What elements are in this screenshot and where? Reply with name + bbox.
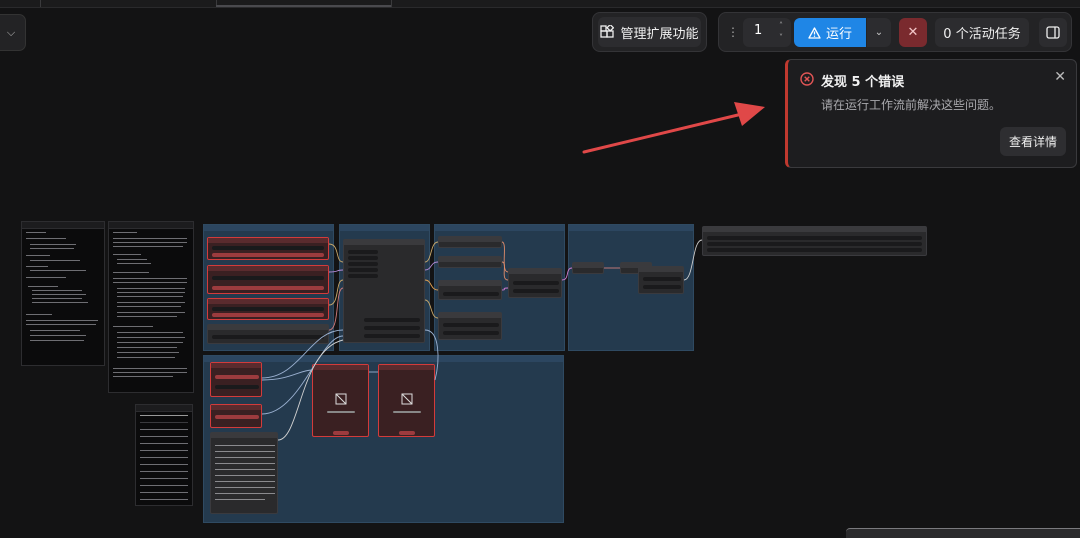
connection-wires (261, 239, 703, 441)
